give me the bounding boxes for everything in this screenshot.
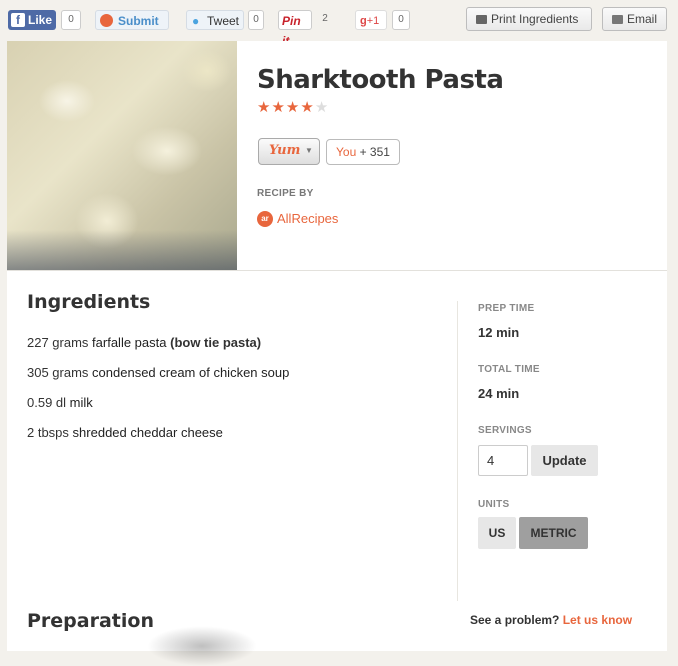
recipe-title: Sharktooth Pasta xyxy=(257,65,504,95)
pin-it-button[interactable]: Pin it xyxy=(278,10,312,48)
recipe-photo[interactable] xyxy=(7,41,237,270)
yum-you-label: You xyxy=(336,145,357,159)
google-plus-count: 0 xyxy=(392,10,410,30)
photo-shade xyxy=(7,230,237,270)
preparation-heading: Preparation xyxy=(27,610,154,632)
facebook-like-button[interactable]: f Like xyxy=(8,10,56,30)
stumbleupon-icon xyxy=(100,14,113,27)
ingredient-item: 0.59 dl milk xyxy=(27,394,289,424)
ingredient-item: 227 grams farfalle pasta (bow tie pasta) xyxy=(27,334,289,364)
yum-label: Yum xyxy=(269,143,301,158)
update-servings-button[interactable]: Update xyxy=(531,445,598,476)
report-problem-text: See a problem? xyxy=(470,613,560,627)
star-icon: ★ xyxy=(257,99,272,116)
ingredient-name: milk xyxy=(69,395,93,410)
unit-metric-button[interactable]: METRIC xyxy=(519,517,588,549)
ingredient-name: farfalle pasta xyxy=(92,335,167,350)
report-problem: See a problem? Let us know xyxy=(470,613,632,627)
ingredient-item: 305 grams condensed cream of chicken sou… xyxy=(27,364,289,394)
yum-count: You + 351 xyxy=(326,139,400,165)
ingredient-list: 227 grams farfalle pasta (bow tie pasta)… xyxy=(27,334,289,454)
ingredient-amount: 227 grams xyxy=(27,335,89,350)
ingredient-amount: 305 grams xyxy=(27,365,89,380)
tweet-count: 0 xyxy=(248,10,264,30)
google-plus-label: +1 xyxy=(366,15,380,27)
caret-down-icon: ▼ xyxy=(305,146,313,155)
section-divider xyxy=(7,270,667,271)
star-rating[interactable]: ★★★★★ xyxy=(257,98,329,116)
share-bar: f Like 0 Submit ● Tweet 0 Pin it 2 g+1 0… xyxy=(0,0,678,48)
star-icon: ★ xyxy=(285,99,301,116)
recipe-source-link[interactable]: ar AllRecipes xyxy=(257,211,338,227)
facebook-icon: f xyxy=(11,13,25,27)
envelope-icon xyxy=(612,15,623,24)
tweet-label: Tweet xyxy=(207,14,240,28)
yum-count-value: + 351 xyxy=(359,145,390,159)
star-empty-icon: ★ xyxy=(314,99,330,116)
print-ingredients-button[interactable]: Print Ingredients xyxy=(466,7,592,31)
recipe-source-name: AllRecipes xyxy=(277,211,339,226)
tweet-button[interactable]: ● Tweet xyxy=(186,10,244,30)
star-icon: ★ xyxy=(300,99,315,116)
details-divider xyxy=(457,301,458,601)
print-ingredients-label: Print Ingredients xyxy=(491,12,579,26)
email-button[interactable]: Email xyxy=(602,7,667,31)
servings-input[interactable]: 4 xyxy=(478,445,528,476)
total-time-label: TOTAL TIME xyxy=(478,364,540,375)
recipe-card: Sharktooth Pasta ★★★★★ Yum ▼ You + 351 R… xyxy=(7,41,667,666)
google-plus-one-button[interactable]: g+1 xyxy=(355,10,387,30)
stumbleupon-submit-label: Submit xyxy=(118,14,159,28)
ingredient-amount: 2 tbsps xyxy=(27,425,69,440)
ingredient-name: condensed cream of chicken soup xyxy=(92,365,290,380)
total-time-value: 24 min xyxy=(478,386,520,401)
twitter-bird-icon: ● xyxy=(192,14,200,28)
recipe-by-label: RECIPE BY xyxy=(257,188,314,199)
units-label: UNITS xyxy=(478,499,510,510)
prep-time-label: PREP TIME xyxy=(478,303,535,314)
pin-count: 2 xyxy=(322,13,328,24)
allrecipes-logo-icon: ar xyxy=(257,211,273,227)
prep-time-value: 12 min xyxy=(478,325,520,340)
report-problem-link[interactable]: Let us know xyxy=(563,613,632,627)
ingredient-name: shredded cheddar cheese xyxy=(72,425,223,440)
ingredients-heading: Ingredients xyxy=(27,291,151,313)
printer-icon xyxy=(476,15,487,24)
ingredient-item: 2 tbsps shredded cheddar cheese xyxy=(27,424,289,454)
stumbleupon-submit-button[interactable]: Submit xyxy=(95,10,169,30)
unit-us-button[interactable]: US xyxy=(478,517,516,549)
google-plus-icon: g xyxy=(360,15,367,27)
preparation-image-shadow xyxy=(147,626,257,666)
email-label: Email xyxy=(627,12,658,26)
ingredient-amount: 0.59 dl xyxy=(27,395,67,410)
servings-label: SERVINGS xyxy=(478,425,532,436)
star-icon: ★ xyxy=(271,99,286,116)
yum-button[interactable]: Yum ▼ xyxy=(258,138,320,165)
facebook-like-count: 0 xyxy=(61,10,81,30)
facebook-like-label: Like xyxy=(28,13,53,27)
ingredient-note: (bow tie pasta) xyxy=(170,335,262,350)
